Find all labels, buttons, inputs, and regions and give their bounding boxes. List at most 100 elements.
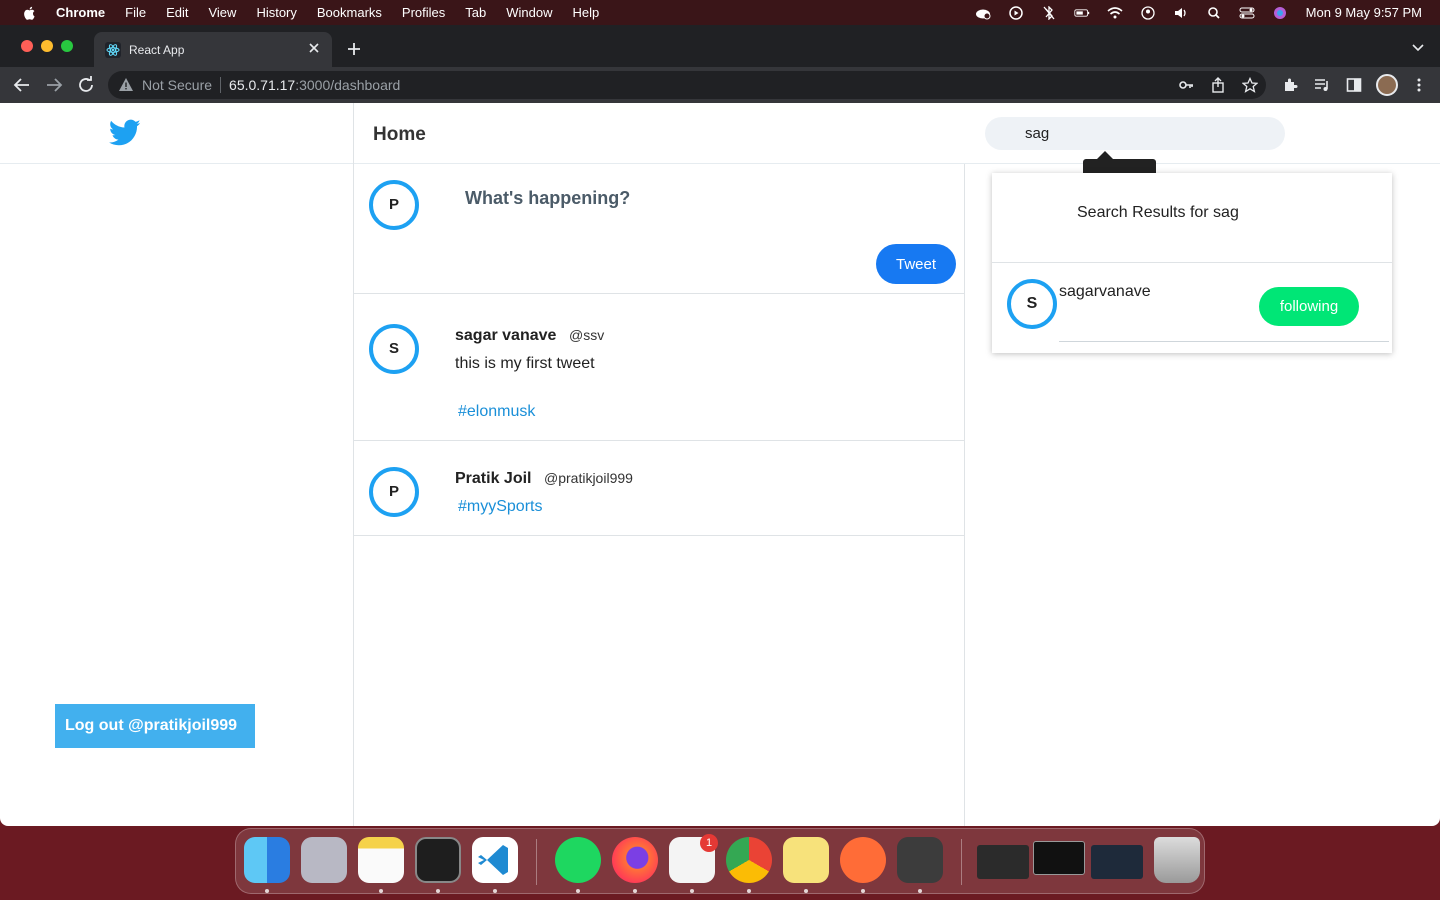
- stickies-icon[interactable]: [783, 837, 829, 883]
- control-center-icon[interactable]: [1239, 6, 1255, 20]
- trash-icon[interactable]: [1154, 837, 1200, 883]
- browser-tab[interactable]: React App: [94, 32, 332, 67]
- extensions-puzzle-icon[interactable]: [1282, 77, 1298, 93]
- running-indicator: [804, 889, 808, 893]
- feed-divider: [354, 440, 964, 441]
- user-icon[interactable]: [1140, 5, 1156, 20]
- browser-toolbar: Not Secure 65.0.71.17 :3000/dashboard: [0, 67, 1440, 103]
- close-tab-icon[interactable]: [306, 40, 322, 56]
- side-panel-icon[interactable]: [1346, 77, 1362, 93]
- siri-icon[interactable]: [1272, 6, 1288, 20]
- menu-bookmarks[interactable]: Bookmarks: [317, 5, 382, 20]
- column-divider-right: [964, 164, 965, 826]
- key-icon[interactable]: [1178, 77, 1194, 93]
- warning-icon[interactable]: [118, 77, 134, 93]
- menu-tab[interactable]: Tab: [465, 5, 486, 20]
- vscode-icon[interactable]: [472, 837, 518, 883]
- result-username[interactable]: sagarvanave: [1059, 283, 1151, 301]
- minimized-window-thumbnail[interactable]: [977, 845, 1029, 879]
- close-window-button[interactable]: [21, 40, 33, 52]
- tab-title: React App: [129, 42, 185, 57]
- tweet-author-handle[interactable]: @ssv: [569, 327, 604, 343]
- reload-icon[interactable]: [77, 76, 95, 94]
- running-indicator: [265, 889, 269, 893]
- browser-tab-strip: React App: [0, 25, 1440, 67]
- avatar[interactable]: P: [369, 467, 419, 517]
- tab-search-chevron-icon[interactable]: [1412, 43, 1424, 53]
- page-title: Home: [373, 124, 426, 145]
- tweet-author-handle[interactable]: @pratikjoil999: [544, 470, 633, 486]
- volume-icon[interactable]: [1173, 6, 1189, 20]
- result-underline: [1059, 341, 1389, 342]
- running-indicator: [633, 889, 637, 893]
- menu-window[interactable]: Window: [506, 5, 552, 20]
- wifi-icon[interactable]: [1107, 6, 1123, 20]
- apple-icon[interactable]: [22, 5, 38, 21]
- menu-profiles[interactable]: Profiles: [402, 5, 445, 20]
- tweet-hashtag[interactable]: #elonmusk: [458, 403, 535, 421]
- minimized-vscode-thumbnail[interactable]: [1091, 845, 1143, 879]
- menu-help[interactable]: Help: [573, 5, 600, 20]
- running-indicator: [747, 889, 751, 893]
- macos-dock: 1: [235, 828, 1205, 894]
- notes-icon[interactable]: [358, 837, 404, 883]
- forward-arrow-icon[interactable]: [45, 76, 63, 94]
- firefox-icon[interactable]: [612, 837, 658, 883]
- avatar[interactable]: S: [369, 324, 419, 374]
- feed-divider: [354, 535, 964, 536]
- kebab-menu-icon[interactable]: [1411, 77, 1427, 93]
- profile-avatar[interactable]: [1376, 74, 1398, 96]
- twitter-bird-icon[interactable]: [109, 119, 141, 147]
- cloud-icon[interactable]: [975, 6, 991, 20]
- security-label[interactable]: Not Secure: [142, 77, 212, 93]
- macos-menu-bar: Chrome File Edit View History Bookmarks …: [0, 0, 1440, 25]
- tweet-button[interactable]: Tweet: [876, 244, 956, 284]
- menu-edit[interactable]: Edit: [166, 5, 188, 20]
- dock-separator: [961, 839, 962, 885]
- tweet-hashtag[interactable]: #myySports: [458, 498, 542, 516]
- chrome-icon[interactable]: [726, 837, 772, 883]
- react-favicon-icon: [105, 41, 121, 58]
- compose-input[interactable]: What's happening?: [465, 188, 630, 209]
- finder-icon[interactable]: [244, 837, 290, 883]
- menu-file[interactable]: File: [125, 5, 146, 20]
- tweet-author-name[interactable]: Pratik Joil: [455, 470, 531, 488]
- url-path: :3000/dashboard: [295, 77, 401, 93]
- running-indicator: [493, 889, 497, 893]
- logout-button[interactable]: Log out @pratikjoil999: [55, 704, 255, 748]
- share-icon[interactable]: [1210, 77, 1226, 93]
- keychain-access-icon[interactable]: [897, 837, 943, 883]
- zoom-window-button[interactable]: [61, 40, 73, 52]
- clock[interactable]: Mon 9 May 9:57 PM: [1306, 5, 1422, 20]
- dock-separator: [536, 839, 537, 885]
- minimize-window-button[interactable]: [41, 40, 53, 52]
- battery-icon[interactable]: [1074, 6, 1090, 20]
- web-page: Home saga Search Results for sag S sagar…: [0, 103, 1440, 826]
- back-arrow-icon[interactable]: [13, 76, 31, 94]
- bookmark-star-icon[interactable]: [1242, 77, 1258, 93]
- avatar[interactable]: S: [1007, 279, 1057, 329]
- menu-view[interactable]: View: [208, 5, 236, 20]
- postman-icon[interactable]: [840, 837, 886, 883]
- avatar[interactable]: P: [369, 180, 419, 230]
- search-input[interactable]: [985, 117, 1285, 150]
- menu-app-name[interactable]: Chrome: [56, 5, 105, 20]
- url-host: 65.0.71.17: [229, 77, 296, 93]
- address-bar[interactable]: Not Secure 65.0.71.17 :3000/dashboard: [108, 71, 1266, 99]
- launchpad-icon[interactable]: [301, 837, 347, 883]
- status-area: Mon 9 May 9:57 PM: [958, 0, 1422, 25]
- media-queue-icon[interactable]: [1314, 77, 1330, 93]
- search-icon[interactable]: [1206, 6, 1222, 20]
- tweet-text: this is my first tweet: [455, 355, 595, 372]
- following-button[interactable]: following: [1259, 287, 1359, 326]
- bluetooth-off-icon[interactable]: [1041, 5, 1057, 20]
- results-divider: [992, 262, 1392, 263]
- spotify-icon[interactable]: [555, 837, 601, 883]
- running-indicator: [576, 889, 580, 893]
- tweet-author-name[interactable]: sagar vanave: [455, 327, 556, 345]
- play-icon[interactable]: [1008, 5, 1024, 20]
- new-tab-icon[interactable]: [346, 41, 362, 57]
- terminal-icon[interactable]: [415, 837, 461, 883]
- minimized-terminal-thumbnail[interactable]: [1033, 841, 1085, 875]
- menu-history[interactable]: History: [256, 5, 296, 20]
